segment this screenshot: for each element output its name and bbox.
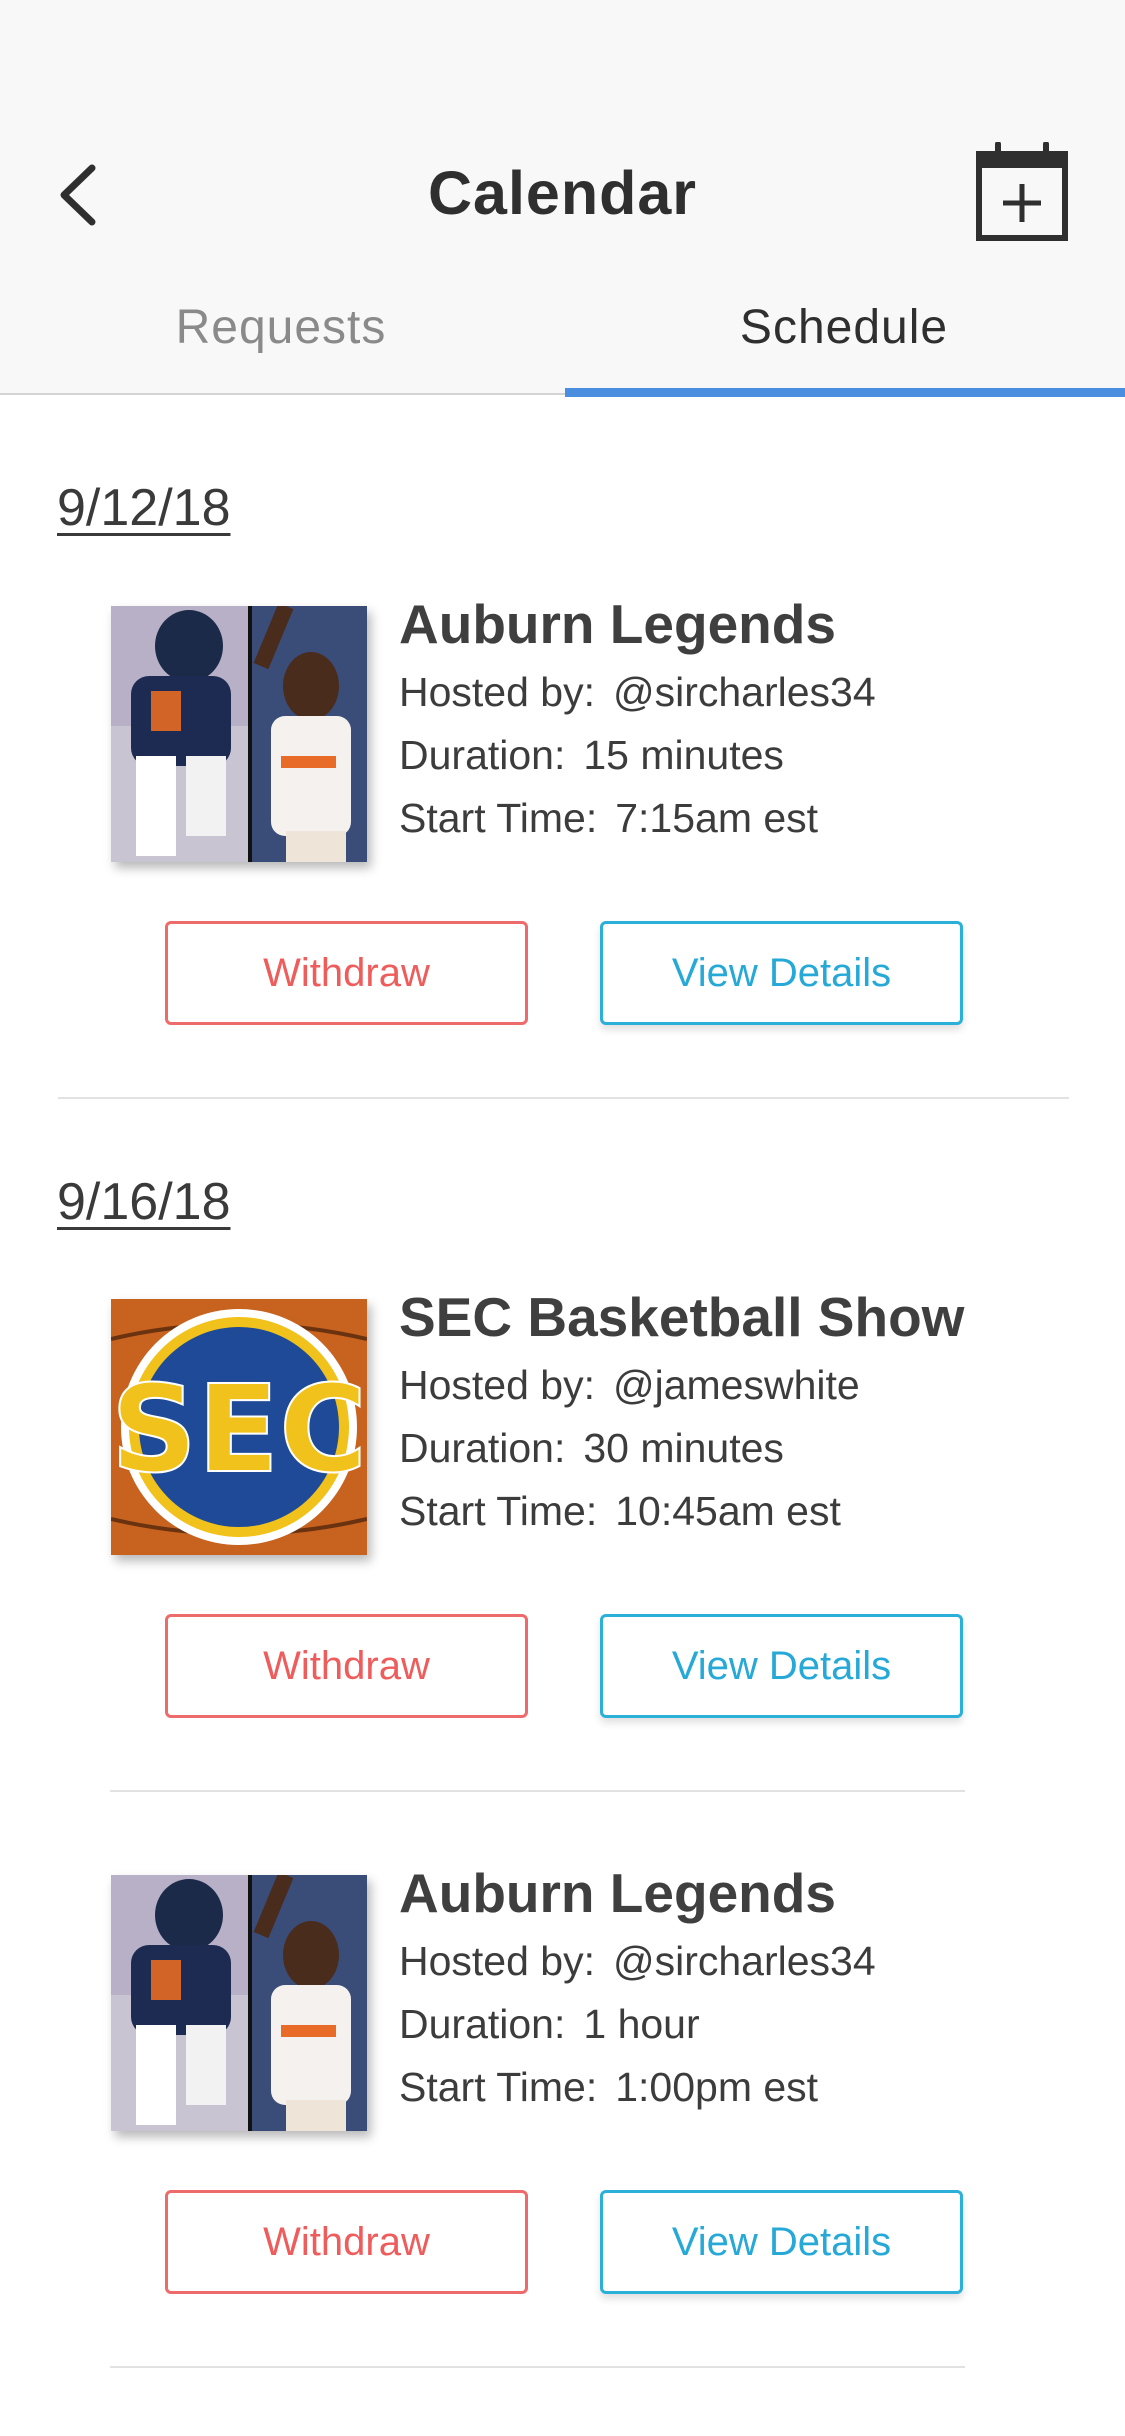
view-details-button[interactable]: View Details xyxy=(600,2190,963,2294)
event-divider xyxy=(110,1790,965,1792)
date-heading: 9/12/18 xyxy=(57,479,231,537)
event-start-row: Start Time: 7:15am est xyxy=(399,795,818,842)
event-title: Auburn Legends xyxy=(399,593,836,655)
event-duration: 1 hour xyxy=(583,2001,700,2047)
view-details-button[interactable]: View Details xyxy=(600,1614,963,1718)
event-start-time: 1:00pm est xyxy=(615,2064,819,2110)
date-heading: 9/16/18 xyxy=(57,1173,231,1231)
event-thumbnail[interactable] xyxy=(111,1875,367,2131)
event-host-row: Hosted by: @sircharles34 xyxy=(399,669,876,716)
event-duration-row: Duration: 30 minutes xyxy=(399,1425,784,1472)
event-start-row: Start Time: 10:45am est xyxy=(399,1488,841,1535)
auburn-legends-image xyxy=(111,606,367,862)
event-duration: 30 minutes xyxy=(583,1425,784,1471)
duration-label: Duration: xyxy=(399,732,566,778)
app-header: Calendar Requests Schedule xyxy=(0,0,1125,395)
hosted-by-label: Hosted by: xyxy=(399,669,595,715)
event-start-time: 10:45am est xyxy=(615,1488,841,1534)
tab-schedule[interactable]: Schedule xyxy=(563,300,1125,355)
start-time-label: Start Time: xyxy=(399,2064,598,2110)
auburn-legends-image xyxy=(111,1875,367,2131)
event-divider xyxy=(110,2366,965,2368)
start-time-label: Start Time: xyxy=(399,795,598,841)
event-duration-row: Duration: 15 minutes xyxy=(399,732,784,779)
event-start-time: 7:15am est xyxy=(615,795,819,841)
tab-requests[interactable]: Requests xyxy=(0,300,562,355)
group-divider xyxy=(58,1097,1069,1099)
event-title: Auburn Legends xyxy=(399,1862,836,1924)
event-host-row: Hosted by: @sircharles34 xyxy=(399,1938,876,1985)
event-host[interactable]: @jameswhite xyxy=(613,1362,860,1408)
event-host[interactable]: @sircharles34 xyxy=(613,669,876,715)
event-host[interactable]: @sircharles34 xyxy=(613,1938,876,1984)
event-thumbnail[interactable]: SEC xyxy=(111,1299,367,1555)
event-host-row: Hosted by: @jameswhite xyxy=(399,1362,860,1409)
sec-logo-image: SEC xyxy=(111,1299,367,1555)
duration-label: Duration: xyxy=(399,2001,566,2047)
event-start-row: Start Time: 1:00pm est xyxy=(399,2064,818,2111)
withdraw-button[interactable]: Withdraw xyxy=(165,921,528,1025)
withdraw-button[interactable]: Withdraw xyxy=(165,1614,528,1718)
view-details-button[interactable]: View Details xyxy=(600,921,963,1025)
page-title: Calendar xyxy=(427,159,698,227)
event-duration-row: Duration: 1 hour xyxy=(399,2001,700,2048)
duration-label: Duration: xyxy=(399,1425,566,1471)
active-tab-indicator xyxy=(565,388,1125,397)
calendar-add-icon xyxy=(976,141,1068,241)
svg-text:SEC: SEC xyxy=(111,1361,367,1500)
hosted-by-label: Hosted by: xyxy=(399,1938,595,1984)
hosted-by-label: Hosted by: xyxy=(399,1362,595,1408)
event-thumbnail[interactable] xyxy=(111,606,367,862)
event-duration: 15 minutes xyxy=(583,732,784,778)
start-time-label: Start Time: xyxy=(399,1488,598,1534)
add-event-button[interactable] xyxy=(974,141,1070,242)
withdraw-button[interactable]: Withdraw xyxy=(165,2190,528,2294)
event-title: SEC Basketball Show xyxy=(399,1286,965,1348)
